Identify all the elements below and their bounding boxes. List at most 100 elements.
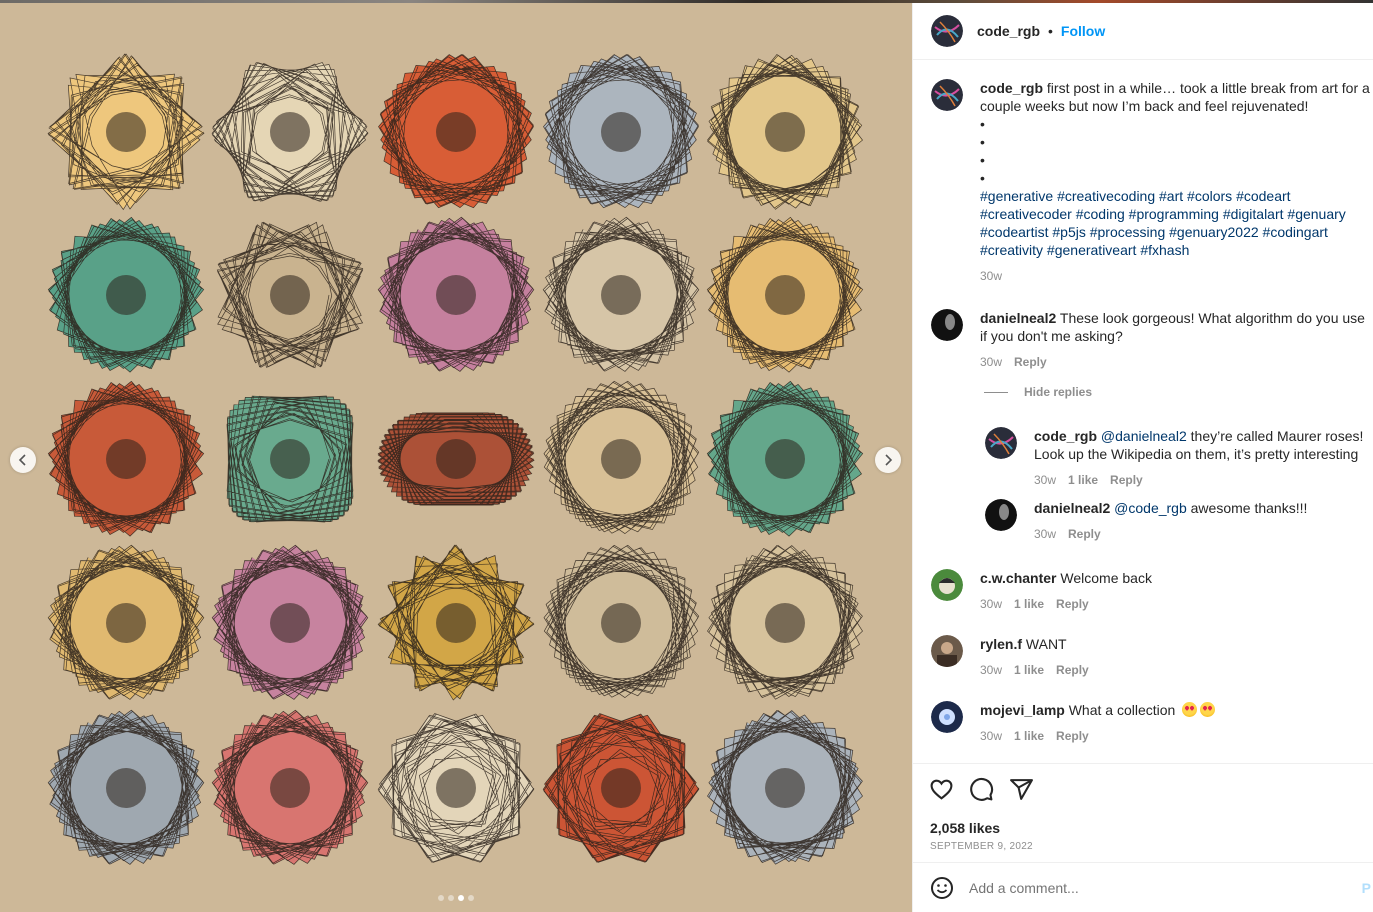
hashtag-link[interactable]: #art <box>1159 188 1183 204</box>
caption-username[interactable]: code_rgb <box>980 80 1043 96</box>
author-username[interactable]: code_rgb <box>977 23 1040 39</box>
caption-bullet: • <box>980 170 985 186</box>
hashtag-link[interactable]: #creativity <box>980 242 1043 258</box>
reply-username[interactable]: code_rgb <box>1034 428 1097 444</box>
reply-mention[interactable]: @code_rgb <box>1114 500 1187 516</box>
comment-item: mojevi_lamp What a collection 30w 1 like R… <box>931 701 1370 745</box>
reply-timestamp[interactable]: 30w <box>1034 525 1056 543</box>
comment-text: What a collection <box>1068 702 1176 718</box>
commenter-avatar[interactable] <box>931 569 963 601</box>
previous-image-button[interactable] <box>10 447 36 473</box>
comment-like-count[interactable]: 1 like <box>1014 595 1044 613</box>
hashtag-link[interactable]: #digitalart <box>1223 206 1284 222</box>
maurer-rose-flower <box>543 380 700 535</box>
carousel-dot <box>458 895 464 901</box>
post-media[interactable] <box>0 3 912 912</box>
maurer-rose-flower <box>47 380 205 537</box>
chevron-left-icon <box>18 454 26 466</box>
hashtag-link[interactable]: #p5js <box>1052 224 1085 240</box>
author-avatar[interactable] <box>985 427 1017 459</box>
hashtag-link[interactable]: #fxhash <box>1140 242 1189 258</box>
post-actions: 2,058 likes SEPTEMBER 9, 2022 <box>913 763 1373 862</box>
carousel-dot <box>468 895 474 901</box>
maurer-rose-flower <box>47 216 205 373</box>
comment-icon[interactable] <box>969 777 994 802</box>
comment-like-count[interactable]: 1 like <box>1014 661 1044 679</box>
reply-text: awesome thanks!!! <box>1190 500 1308 516</box>
hashtag-link[interactable]: #genuary2022 <box>1169 224 1259 240</box>
comment-timestamp[interactable]: 30w <box>980 595 1002 613</box>
reply-item: danielneal2 @code_rgb awesome thanks!!! … <box>985 499 1373 543</box>
hashtag-link[interactable]: #coding <box>1076 206 1125 222</box>
commenter-avatar[interactable] <box>931 635 963 667</box>
comment-text: WANT <box>1025 636 1067 652</box>
comment-username[interactable]: mojevi_lamp <box>980 702 1065 718</box>
caption-timestamp[interactable]: 30w <box>980 267 1002 285</box>
follow-button[interactable]: Follow <box>1061 23 1105 39</box>
hashtag-link[interactable]: #codingart <box>1263 224 1328 240</box>
carousel-dot <box>438 895 444 901</box>
carousel-dot <box>448 895 454 901</box>
hashtag-link[interactable]: #creativecoder <box>980 206 1072 222</box>
reply-button[interactable]: Reply <box>1056 661 1089 679</box>
reply-button[interactable]: Reply <box>1110 471 1143 489</box>
hashtag-link[interactable]: #processing <box>1090 224 1166 240</box>
share-icon[interactable] <box>1009 777 1034 802</box>
hashtag-link[interactable]: #generative <box>980 188 1053 204</box>
post-header: code_rgb • Follow <box>913 3 1373 60</box>
maurer-rose-flower <box>377 216 535 372</box>
maurer-rose-flower <box>706 380 864 537</box>
comment-username[interactable]: danielneal2 <box>980 310 1056 326</box>
heart-icon[interactable] <box>929 777 954 802</box>
commenter-avatar[interactable] <box>931 701 963 733</box>
comment-timestamp[interactable]: 30w <box>980 661 1002 679</box>
carousel-indicator <box>438 895 474 901</box>
next-image-button[interactable] <box>875 447 901 473</box>
commenter-avatar[interactable] <box>931 309 963 341</box>
flower-grid-artwork <box>47 53 864 865</box>
comment-username[interactable]: c.w.chanter <box>980 570 1057 586</box>
commenter-avatar[interactable] <box>985 499 1017 531</box>
maurer-rose-flower <box>211 709 369 865</box>
reply-button[interactable]: Reply <box>1068 525 1101 543</box>
comment-timestamp[interactable]: 30w <box>980 353 1002 371</box>
caption-bullet: • <box>980 134 985 150</box>
hashtag-link[interactable]: #genuary <box>1287 206 1345 222</box>
reply-button[interactable]: Reply <box>1014 353 1047 371</box>
caption-bullet: • <box>980 152 985 168</box>
emoji-icon[interactable] <box>930 876 954 900</box>
comment-username[interactable]: rylen.f <box>980 636 1022 652</box>
author-avatar[interactable] <box>931 15 963 47</box>
comments-list[interactable]: code_rgb first post in a while… took a l… <box>913 61 1373 763</box>
hashtag-link[interactable]: #codeart <box>1236 188 1290 204</box>
heart-eyes-emoji-icon <box>1200 702 1216 717</box>
reply-button[interactable]: Reply <box>1056 595 1089 613</box>
hashtag-link[interactable]: #codeartist <box>980 224 1048 240</box>
hashtag-link[interactable]: #colors <box>1187 188 1232 204</box>
reply-button[interactable]: Reply <box>1056 727 1089 745</box>
maurer-rose-flower <box>226 395 354 523</box>
reply-mention[interactable]: @danielneal2 <box>1101 428 1187 444</box>
hide-replies-button[interactable]: Hide replies <box>984 385 1092 399</box>
hashtag-link[interactable]: #creativecoding <box>1057 188 1155 204</box>
hide-replies-line <box>984 391 1008 393</box>
hashtag-link[interactable]: #programming <box>1129 206 1219 222</box>
reply-like-count[interactable]: 1 like <box>1068 471 1098 489</box>
comment-like-count[interactable]: 1 like <box>1014 727 1044 745</box>
maurer-rose-flower <box>47 544 205 700</box>
hashtag-link[interactable]: #generativeart <box>1047 242 1137 258</box>
like-count[interactable]: 2,058 likes <box>930 820 1000 836</box>
maurer-rose-flower <box>706 216 864 373</box>
reply-timestamp[interactable]: 30w <box>1034 471 1056 489</box>
maurer-rose-flower <box>377 412 535 506</box>
author-avatar[interactable] <box>931 79 963 111</box>
post-comment-button[interactable]: P <box>1362 880 1371 896</box>
post-date[interactable]: SEPTEMBER 9, 2022 <box>930 841 1033 852</box>
add-comment-bar: P <box>913 862 1373 912</box>
maurer-rose-flower <box>707 710 863 865</box>
comment-input[interactable] <box>969 879 1329 896</box>
reply-username[interactable]: danielneal2 <box>1034 500 1110 516</box>
comment-timestamp[interactable]: 30w <box>980 727 1002 745</box>
maurer-rose-flower <box>377 713 535 863</box>
comment-text: Welcome back <box>1060 570 1152 586</box>
